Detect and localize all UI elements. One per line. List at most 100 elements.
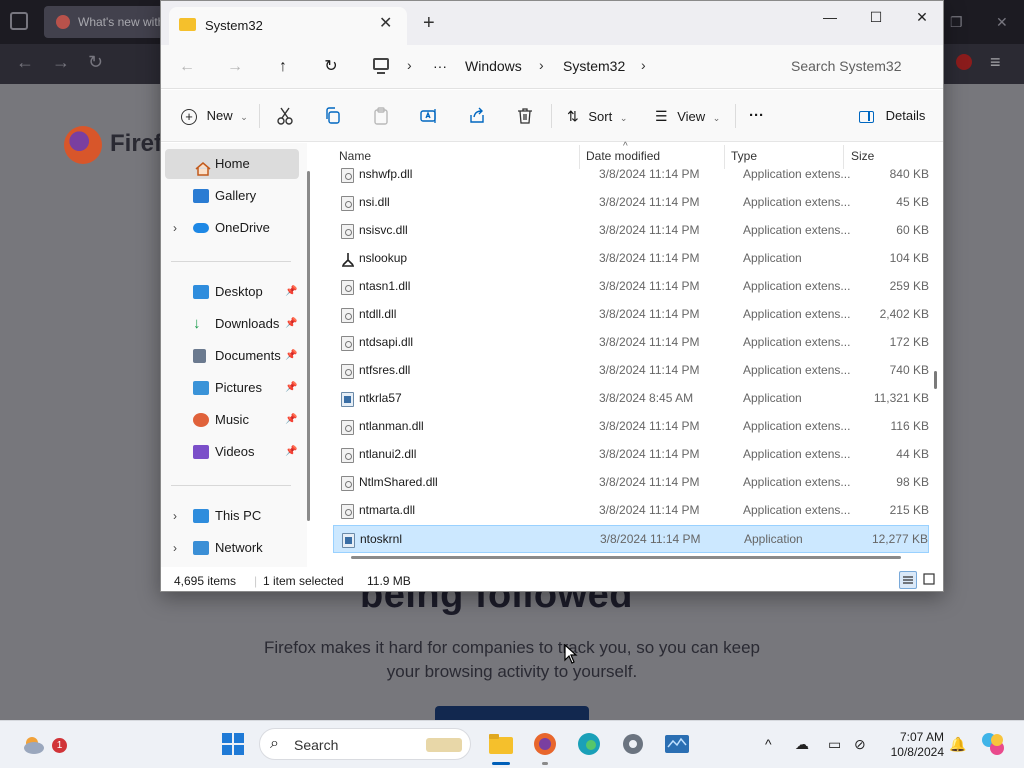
browser-forward-icon[interactable]: → (52, 52, 70, 73)
pin-icon[interactable]: 📌 (285, 277, 297, 307)
table-row[interactable]: nshwfp.dll 3/8/2024 11:14 PM Application e… (333, 161, 929, 189)
this-pc-icon (373, 58, 389, 70)
cloud-offline-icon[interactable]: ☁ (795, 736, 809, 753)
monitor-app-taskbar-icon[interactable] (664, 731, 690, 757)
explorer-tab[interactable]: System32 ✕ (169, 7, 407, 45)
sidebar-item-this-pc[interactable]: › This PC (165, 501, 299, 531)
close-tab-button[interactable]: ✕ (379, 13, 392, 33)
browser-menu-icon[interactable]: ≡ (990, 52, 1001, 73)
display-icon[interactable]: ▭ (828, 736, 841, 753)
rename-icon[interactable] (419, 106, 439, 126)
minimize-button[interactable]: — (807, 5, 853, 29)
file-explorer-taskbar-icon[interactable] (488, 731, 514, 757)
file-type: Application extens... (743, 503, 851, 517)
breadcrumb[interactable]: › ··· Windows › System32 › (365, 53, 767, 81)
edge-taskbar-icon[interactable] (576, 731, 602, 757)
back-button[interactable]: ← (175, 55, 199, 79)
sidebar-item-music[interactable]: Music 📌 (165, 405, 299, 435)
table-row[interactable]: ntlanman.dll 3/8/2024 11:14 PM Application… (333, 413, 929, 441)
sidebar-item-downloads[interactable]: ↓ Downloads 📌 (165, 309, 299, 339)
file-list-scrollbar[interactable] (934, 371, 937, 389)
pin-icon[interactable]: 📌 (285, 373, 297, 403)
sort-icon: ⇅ (567, 108, 579, 124)
up-button[interactable]: ↑ (271, 55, 295, 79)
active-app-indicator (492, 762, 510, 765)
browser-back-icon[interactable]: ← (16, 52, 34, 73)
settings-taskbar-icon[interactable] (620, 731, 646, 757)
forward-button[interactable]: → (223, 55, 247, 79)
taskbar-search-label: Search (294, 737, 339, 753)
sidebar-item-label: This PC (215, 508, 262, 523)
cut-icon[interactable] (275, 106, 295, 126)
chevron-up-icon[interactable]: ^ (765, 736, 772, 752)
share-icon[interactable] (467, 106, 487, 126)
table-row[interactable]: ntdll.dll 3/8/2024 11:14 PM Application ex… (333, 301, 929, 329)
file-size: 98 KB (896, 475, 929, 489)
new-tab-button[interactable]: + (423, 13, 435, 33)
taskbar-search[interactable]: ⌕ Search (259, 728, 471, 760)
horizontal-scrollbar[interactable] (351, 556, 901, 559)
pin-icon[interactable]: 📌 (285, 405, 297, 435)
sidebar-item-network[interactable]: › Network (165, 533, 299, 563)
clock[interactable]: 7:07 AM 10/8/2024 (884, 730, 944, 760)
sort-button[interactable]: ⇅ Sort ⌄ (567, 104, 627, 128)
sidebar-item-pictures[interactable]: Pictures 📌 (165, 373, 299, 403)
sidebar-item-home[interactable]: Home (165, 149, 299, 179)
close-window-button[interactable]: ✕ (899, 5, 945, 29)
pin-icon[interactable]: 📌 (285, 309, 297, 339)
view-button[interactable]: ☰ View ⌄ (655, 104, 720, 128)
table-row[interactable]: ntlanui2.dll 3/8/2024 11:14 PM Application… (333, 441, 929, 469)
home-icon (195, 157, 211, 176)
table-row[interactable]: nslookup 3/8/2024 11:14 PM Application 104 … (333, 245, 929, 273)
copilot-icon[interactable] (980, 731, 1006, 757)
weather-widget[interactable]: 1 (20, 731, 67, 757)
new-button[interactable]: + New ⌄ (181, 104, 248, 128)
paste-icon[interactable] (371, 106, 391, 126)
table-row[interactable]: NtlmShared.dll 3/8/2024 11:14 PM Applicati… (333, 469, 929, 497)
navigation-pane: Home Gallery › OneDrive Desktop 📌 ↓ Down… (161, 143, 307, 567)
table-row[interactable]: ntoskrnl 3/8/2024 11:14 PM Application 12,2… (333, 525, 929, 553)
browser-restore-icon[interactable]: ❐ (950, 14, 963, 31)
table-row[interactable]: ntmarta.dll 3/8/2024 11:14 PM Application … (333, 497, 929, 525)
notification-bell-icon[interactable]: 🔔 (949, 736, 966, 753)
details-pane-button[interactable]: Details (859, 104, 925, 128)
breadcrumb-windows[interactable]: Windows (465, 58, 522, 74)
tiles-view-toggle[interactable] (921, 571, 939, 589)
pin-icon[interactable]: 📌 (285, 437, 297, 467)
maximize-button[interactable]: ☐ (853, 5, 899, 29)
more-options-button[interactable]: ··· (749, 104, 764, 128)
extension-icon[interactable] (956, 54, 972, 70)
table-row[interactable]: ntasn1.dll 3/8/2024 11:14 PM Application e… (333, 273, 929, 301)
details-view-toggle[interactable] (899, 571, 917, 589)
table-row[interactable]: nsi.dll 3/8/2024 11:14 PM Application exte… (333, 189, 929, 217)
file-size: 60 KB (896, 223, 929, 237)
start-button[interactable] (220, 731, 246, 757)
table-row[interactable]: ntdsapi.dll 3/8/2024 11:14 PM Application … (333, 329, 929, 357)
search-input[interactable]: Search System32 (777, 53, 935, 81)
file-size: 740 KB (889, 363, 929, 377)
sidebar-item-videos[interactable]: Videos 📌 (165, 437, 299, 467)
file-size: 11,321 KB (873, 391, 929, 405)
browser-tab[interactable]: What's new with (44, 6, 164, 38)
file-name: ntasn1.dll (359, 279, 411, 293)
sidebar-item-desktop[interactable]: Desktop 📌 (165, 277, 299, 307)
browser-reload-icon[interactable]: ↻ (88, 52, 103, 73)
pin-icon[interactable]: 📌 (285, 341, 297, 371)
sidebar-item-gallery[interactable]: Gallery (165, 181, 299, 211)
file-explorer-window: System32 ✕ + — ☐ ✕ ← → ↑ ↻ › ··· Windows… (160, 0, 944, 592)
tab-list-icon[interactable] (10, 12, 28, 30)
navigation-scrollbar[interactable] (307, 171, 310, 521)
sidebar-item-onedrive[interactable]: › OneDrive (165, 213, 299, 243)
table-row[interactable]: ntfsres.dll 3/8/2024 11:14 PM Application … (333, 357, 929, 385)
breadcrumb-more[interactable]: ··· (433, 58, 447, 74)
browser-close-icon[interactable]: ✕ (996, 14, 1008, 31)
sidebar-item-documents[interactable]: Documents 📌 (165, 341, 299, 371)
refresh-button[interactable]: ↻ (319, 55, 343, 79)
copy-icon[interactable] (323, 106, 343, 126)
breadcrumb-system32[interactable]: System32 (563, 58, 625, 74)
table-row[interactable]: ntkrla57 3/8/2024 8:45 AM Application 11,32… (333, 385, 929, 413)
firefox-taskbar-icon[interactable] (532, 731, 558, 757)
network-status-icon[interactable]: ⊘ (854, 736, 866, 753)
delete-icon[interactable] (515, 106, 535, 126)
table-row[interactable]: nsisvc.dll 3/8/2024 11:14 PM Application e… (333, 217, 929, 245)
